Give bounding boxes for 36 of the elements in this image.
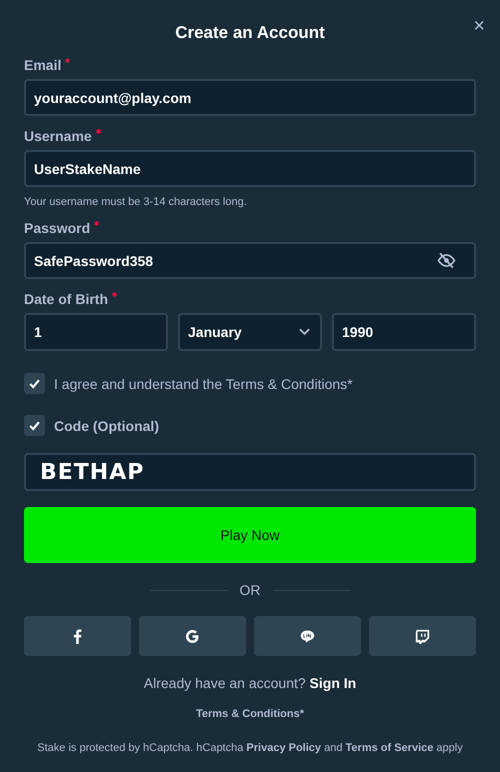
checkbox-label: I agree and understand the Terms & Conditions*	[54, 376, 353, 392]
twitch-login-button[interactable]	[369, 616, 476, 656]
input-field[interactable]: 1990	[332, 313, 476, 351]
terms-of-service-link[interactable]: Terms of Service	[346, 742, 434, 754]
eye-icon[interactable]	[437, 251, 456, 270]
input-field[interactable]: UserStakeName	[24, 150, 476, 187]
chevron-down-icon	[299, 328, 310, 336]
sign-in-link[interactable]: Sign In	[310, 675, 356, 691]
sign-in-prompt: Already have an account? Sign In	[142, 675, 358, 691]
dialog-title: Create an Account	[175, 23, 325, 43]
line-login-button[interactable]	[254, 616, 361, 656]
input-field[interactable]: 1	[24, 313, 168, 351]
input-field[interactable]: SafePassword358	[24, 242, 476, 279]
or-divider-text: OR	[240, 582, 260, 598]
privacy-policy-link[interactable]: Privacy Policy	[246, 742, 322, 754]
check-icon	[28, 377, 41, 390]
field-hint: Your username must be 3-14 characters long.	[24, 196, 248, 208]
google-login-button[interactable]	[139, 616, 246, 656]
check-icon	[28, 419, 41, 432]
month-select[interactable]: January	[178, 313, 322, 351]
checkbox[interactable]	[24, 415, 45, 436]
field-label: Username	[24, 128, 92, 144]
speech-bubble-icon	[300, 628, 315, 644]
field-label: Email	[24, 57, 62, 73]
play-now-button[interactable]: Play Now	[24, 507, 476, 563]
terms-link[interactable]: Terms & Conditions*	[196, 708, 304, 720]
code-field[interactable]: BETHAP	[24, 453, 476, 491]
google-icon	[185, 628, 200, 644]
checkbox[interactable]	[24, 373, 45, 394]
captcha-notice: Stake is protected by hCaptcha. hCaptcha Privacy Policy and Terms of Service apply	[36, 742, 464, 754]
close-button[interactable]: ×	[469, 16, 489, 36]
input-field[interactable]: youraccount@play.com	[24, 79, 476, 116]
field-label: Password	[24, 220, 90, 236]
checkbox-label: Code (Optional)	[54, 418, 159, 434]
field-label: Date of Birth	[24, 291, 108, 307]
twitch-icon	[415, 628, 430, 644]
